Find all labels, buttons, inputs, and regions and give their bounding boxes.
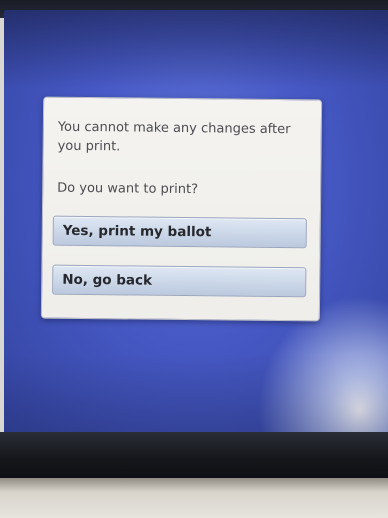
print-ballot-button[interactable]: Yes, print my ballot [52,215,307,249]
device-bezel-bottom [0,432,388,480]
print-question: Do you want to print? [57,180,199,198]
print-confirmation-dialog: You cannot make any changes after you pr… [40,96,323,322]
go-back-button[interactable]: No, go back [52,264,307,298]
table-surface [0,478,388,518]
photo-frame: You cannot make any changes after you pr… [0,0,388,518]
warning-message: You cannot make any changes after you pr… [57,119,291,155]
